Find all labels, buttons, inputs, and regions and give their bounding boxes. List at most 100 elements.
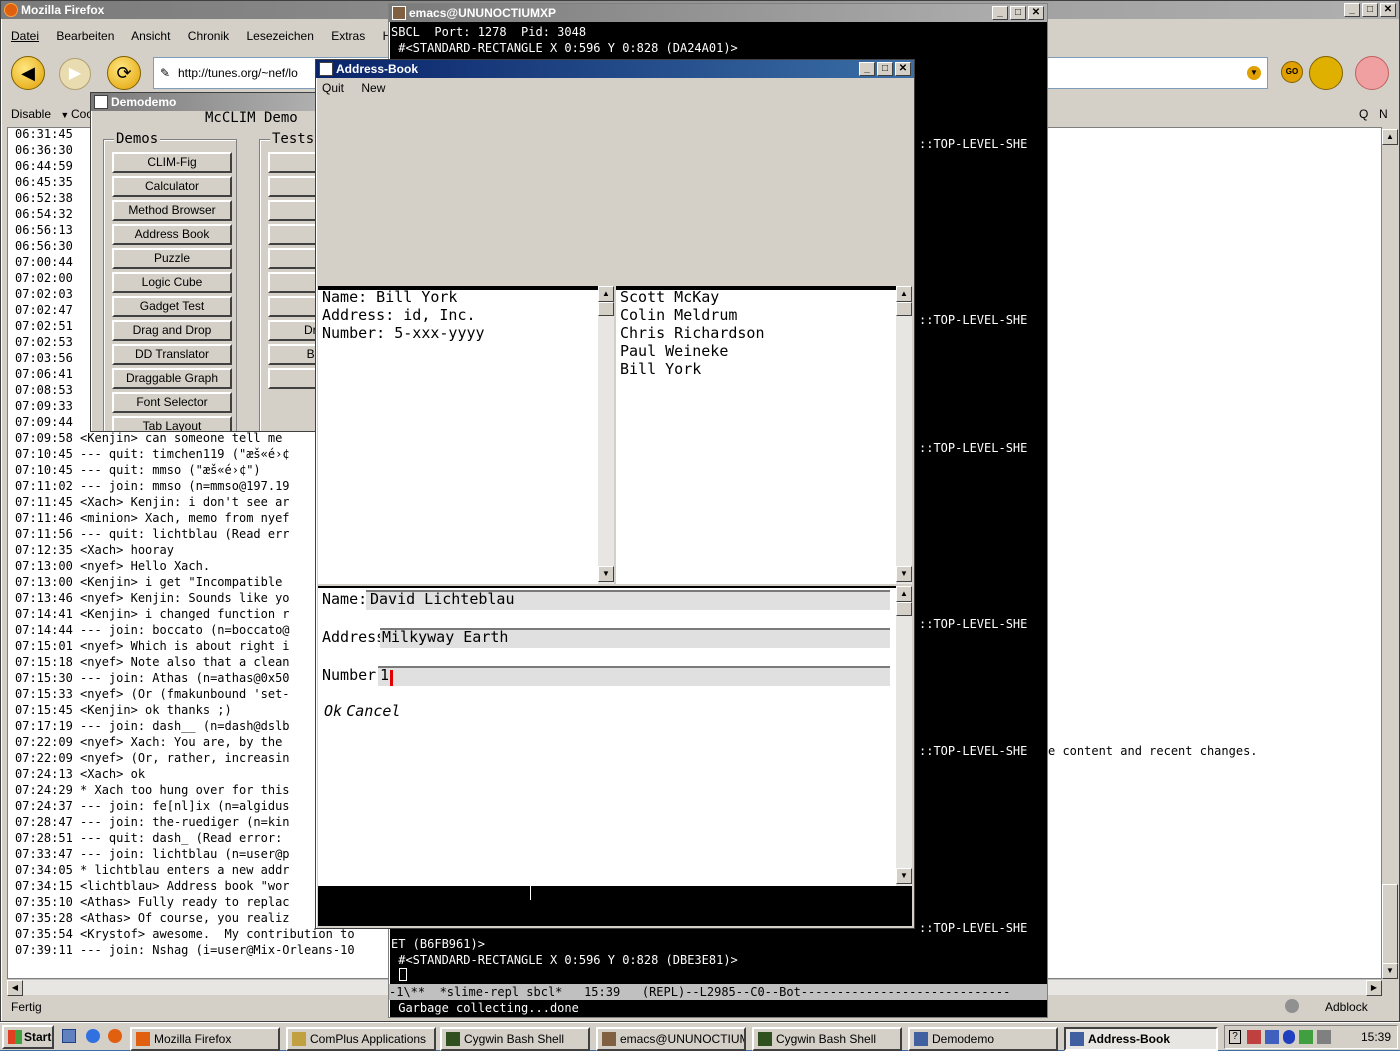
- disable-menu[interactable]: Disable ▼: [11, 107, 69, 121]
- scroll-down-icon[interactable]: ▼: [896, 566, 912, 582]
- minimize-icon[interactable]: _: [859, 62, 875, 76]
- taskbar-item[interactable]: Demodemo: [908, 1027, 1058, 1051]
- scroll-up-icon[interactable]: ▲: [896, 586, 912, 602]
- tray-icon[interactable]: [1265, 1030, 1279, 1044]
- demo-button-tab-layout[interactable]: Tab Layout: [112, 416, 232, 431]
- adblock-icon[interactable]: [1285, 999, 1299, 1013]
- scroll-right-icon[interactable]: ▶: [1366, 980, 1382, 996]
- test-button[interactable]: s: [268, 200, 317, 221]
- demo-button-logic-cube[interactable]: Logic Cube: [112, 272, 232, 293]
- form-vscroll[interactable]: ▲ ▼: [896, 586, 912, 886]
- demo-button-drag-and-drop[interactable]: Drag and Drop: [112, 320, 232, 341]
- maximize-icon[interactable]: □: [1362, 3, 1378, 17]
- demo-button-puzzle[interactable]: Puzzle: [112, 248, 232, 269]
- ok-button[interactable]: Ok: [324, 702, 342, 720]
- minimize-icon[interactable]: _: [1344, 3, 1360, 17]
- help-icon[interactable]: ?: [1229, 1030, 1241, 1044]
- taskbar-item[interactable]: Cygwin Bash Shell: [752, 1027, 902, 1051]
- adblock-label[interactable]: Adblock: [1325, 1000, 1368, 1014]
- addressbook-titlebar[interactable]: Address-Book _ □ ✕: [316, 60, 914, 78]
- taskbar-item[interactable]: emacs@UNUNOCTIUMXP: [596, 1027, 746, 1051]
- toolbar-n[interactable]: N: [1379, 107, 1388, 121]
- scroll-thumb[interactable]: [598, 302, 614, 316]
- taskbar-item[interactable]: Mozilla Firefox: [130, 1027, 280, 1051]
- search-engine-icon[interactable]: [1309, 56, 1343, 90]
- contact-vscroll[interactable]: ▲ ▼: [896, 286, 912, 584]
- contact-item[interactable]: Colin Meldrum: [620, 306, 896, 324]
- close-icon[interactable]: ✕: [895, 62, 911, 76]
- menu-new[interactable]: New: [361, 81, 385, 95]
- demo-button-draggable-graph[interactable]: Draggable Graph: [112, 368, 232, 389]
- scroll-down-icon[interactable]: ▼: [896, 868, 912, 884]
- menu-quit[interactable]: Quit: [322, 81, 344, 95]
- test-button[interactable]: I: [268, 152, 317, 173]
- contact-item[interactable]: Bill York: [620, 360, 896, 378]
- demo-button-calculator[interactable]: Calculator: [112, 176, 232, 197]
- demo-button-font-selector[interactable]: Font Selector: [112, 392, 232, 413]
- firefox-vscroll[interactable]: ▲ ▼: [1382, 129, 1398, 979]
- detail-vscroll[interactable]: ▲ ▼: [598, 286, 614, 584]
- test-button[interactable]: G: [268, 296, 317, 317]
- test-button[interactable]: [268, 176, 317, 197]
- test-button[interactable]: Bord: [268, 344, 317, 365]
- scroll-up-icon[interactable]: ▲: [1382, 129, 1398, 145]
- taskbar-item[interactable]: ComPlus Applications: [286, 1027, 436, 1051]
- close-icon[interactable]: ✕: [1380, 3, 1396, 17]
- taskbar-item[interactable]: Cygwin Bash Shell: [440, 1027, 590, 1051]
- menu-chronik[interactable]: Chronik: [188, 29, 229, 43]
- maximize-icon[interactable]: □: [877, 62, 893, 76]
- demo-button-method-browser[interactable]: Method Browser: [112, 200, 232, 221]
- taskbar-item[interactable]: Address-Book: [1064, 1027, 1218, 1051]
- test-button[interactable]: H: [268, 248, 317, 269]
- name-field[interactable]: David Lichteblau: [366, 590, 890, 610]
- scroll-thumb[interactable]: [896, 602, 912, 616]
- contact-item[interactable]: Chris Richardson: [620, 324, 896, 342]
- back-icon[interactable]: ◀: [11, 56, 45, 90]
- maximize-icon[interactable]: □: [1010, 6, 1026, 20]
- tray-icon[interactable]: [1317, 1030, 1331, 1044]
- scroll-up-icon[interactable]: ▲: [896, 286, 912, 302]
- scroll-left-icon[interactable]: ◀: [7, 980, 23, 996]
- forward-icon[interactable]: ▶: [59, 58, 91, 90]
- test-button[interactable]: Te: [268, 272, 317, 293]
- scroll-up-icon[interactable]: ▲: [598, 286, 614, 302]
- start-button[interactable]: Start: [2, 1025, 54, 1049]
- menu-ansicht[interactable]: Ansicht: [131, 29, 170, 43]
- bluetooth-icon[interactable]: [1283, 1030, 1295, 1044]
- tray-icon[interactable]: [1299, 1030, 1313, 1044]
- firefox-quicklaunch-icon[interactable]: [108, 1029, 122, 1043]
- ie-icon[interactable]: [86, 1029, 100, 1043]
- demo-button-gadget-test[interactable]: Gadget Test: [112, 296, 232, 317]
- go-icon[interactable]: GO: [1281, 61, 1303, 83]
- demo-button-dd-translator[interactable]: DD Translator: [112, 344, 232, 365]
- scroll-down-icon[interactable]: ▼: [598, 566, 614, 582]
- number-field[interactable]: 1: [378, 666, 890, 686]
- scroll-thumb[interactable]: [1382, 884, 1398, 974]
- minimize-icon[interactable]: _: [992, 6, 1008, 20]
- scroll-thumb[interactable]: [896, 302, 912, 316]
- cancel-button[interactable]: Cancel: [346, 702, 400, 720]
- emacs-titlebar[interactable]: emacs@UNUNOCTIUMXP _ □ ✕: [389, 4, 1047, 22]
- menu-bearbeiten[interactable]: Bearbeiten: [56, 29, 114, 43]
- demo-button-address-book[interactable]: Address Book: [112, 224, 232, 245]
- menu-datei[interactable]: Datei: [11, 29, 39, 43]
- test-button[interactable]: M: [268, 368, 317, 389]
- stop-icon[interactable]: [1355, 56, 1389, 90]
- address-field[interactable]: Milkyway Earth: [380, 628, 890, 648]
- reload-icon[interactable]: ⟳: [107, 56, 141, 90]
- demodemo-titlebar[interactable]: Demodemo: [91, 93, 317, 111]
- scroll-down-icon[interactable]: ▼: [1382, 963, 1398, 979]
- emacs-cursor[interactable]: [391, 968, 738, 984]
- close-icon[interactable]: ✕: [1028, 6, 1044, 20]
- tray-icon[interactable]: [1247, 1030, 1261, 1044]
- toolbar-q[interactable]: Q: [1359, 107, 1368, 121]
- url-dropdown-icon[interactable]: ▼: [1247, 66, 1261, 80]
- quicklaunch-icon[interactable]: [62, 1029, 76, 1043]
- contact-item[interactable]: Paul Weineke: [620, 342, 896, 360]
- menu-lesezeichen[interactable]: Lesezeichen: [246, 29, 313, 43]
- interactor-pane[interactable]: [318, 886, 912, 926]
- contact-item[interactable]: Scott McKay: [620, 288, 896, 306]
- demo-button-clim-fig[interactable]: CLIM-Fig: [112, 152, 232, 173]
- test-button[interactable]: [268, 224, 317, 245]
- test-button[interactable]: Draw: [268, 320, 317, 341]
